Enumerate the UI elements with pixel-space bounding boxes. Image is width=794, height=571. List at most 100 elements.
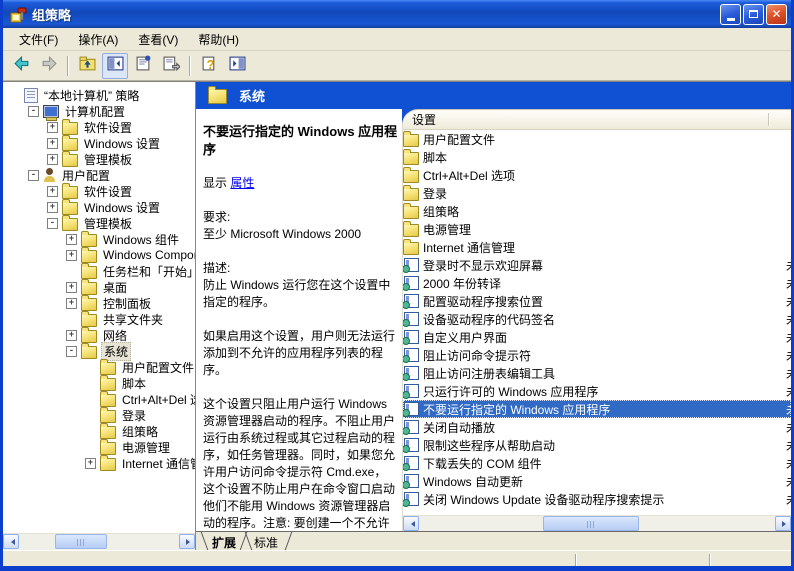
scroll-right-button[interactable]: [179, 534, 195, 549]
expander-icon[interactable]: +: [47, 185, 58, 197]
expander-icon[interactable]: +: [47, 201, 58, 213]
maximize-button[interactable]: [743, 3, 764, 25]
tree-item[interactable]: - 用户配置: [3, 167, 195, 183]
group-policy-window: 组策略 ✕ 文件(F) 操作(A) 查看(V) 帮助(H) ? “本地计算机” 策略 -…: [0, 0, 794, 571]
settings-list-item[interactable]: 设备驱动程序的代码签名 未配置: [403, 310, 791, 328]
settings-list-item[interactable]: 登录: [403, 184, 791, 202]
settings-column-header[interactable]: 设置: [403, 110, 791, 130]
folder-icon: [62, 134, 78, 151]
expander-icon[interactable]: -: [28, 169, 39, 181]
scroll-left-button[interactable]: [403, 516, 419, 531]
column-separator[interactable]: [768, 113, 770, 126]
scrollbar-thumb[interactable]: [55, 534, 107, 549]
tree-item[interactable]: 电源管理: [3, 438, 195, 455]
export-list-button[interactable]: [158, 53, 184, 79]
tab-extended[interactable]: 扩展: [212, 534, 236, 550]
folder-icon: [81, 230, 97, 247]
settings-list-item[interactable]: 配置驱动程序搜索位置 未配置: [403, 292, 791, 310]
settings-list-item[interactable]: 限制这些程序从帮助启动 未配置: [403, 436, 791, 454]
tree-item[interactable]: 登录: [3, 406, 195, 423]
up-button[interactable]: [74, 53, 100, 79]
tree-item-label: Windows 组件: [103, 232, 180, 247]
description-paragraph: 这个设置只阻止用户运行 Windows 资源管理器启动的程序。不阻止用户运行由系…: [203, 397, 396, 530]
expander-icon[interactable]: +: [85, 457, 96, 469]
settings-item-label: 2000 年份转译: [423, 276, 502, 291]
properties-button[interactable]: [130, 53, 156, 79]
expander-icon[interactable]: +: [47, 137, 58, 149]
scroll-right-button[interactable]: [775, 516, 791, 531]
expander-icon[interactable]: +: [47, 153, 58, 165]
expander-icon[interactable]: +: [66, 249, 77, 261]
tree-item[interactable]: + Internet 通信管: [3, 454, 195, 471]
scroll-left-button[interactable]: [3, 534, 19, 549]
folder-icon: [62, 150, 78, 167]
tree-horizontal-scrollbar[interactable]: [3, 533, 195, 550]
help-button[interactable]: ?: [196, 53, 222, 79]
settings-list-item[interactable]: 登录时不显示欢迎屏幕 未配置: [403, 256, 791, 274]
expander-icon[interactable]: -: [28, 105, 39, 117]
tree-item[interactable]: + 网络: [3, 326, 195, 343]
tree-item[interactable]: + 管理模板: [3, 150, 195, 167]
settings-list-item[interactable]: 组策略: [403, 202, 791, 220]
tree-item[interactable]: + 桌面: [3, 278, 195, 295]
expander-icon[interactable]: +: [66, 281, 77, 293]
expander-icon[interactable]: +: [66, 233, 77, 245]
tree-item[interactable]: + Windows 组件: [3, 230, 195, 247]
settings-list-item[interactable]: 自定义用户界面 未配置: [403, 328, 791, 346]
tree-item[interactable]: + 软件设置: [3, 182, 195, 199]
settings-list-item[interactable]: 不要运行指定的 Windows 应用程序 未配置: [403, 400, 791, 418]
settings-list-item[interactable]: 关闭 Windows Update 设备驱动程序搜索提示 未配置: [403, 490, 791, 508]
show-hide-console-tree-button[interactable]: [102, 52, 128, 79]
settings-list-item[interactable]: 用户配置文件: [403, 130, 791, 148]
settings-list-item[interactable]: 关闭自动播放 未配置: [403, 418, 791, 436]
list-horizontal-scrollbar[interactable]: [403, 515, 791, 532]
close-button[interactable]: ✕: [766, 3, 787, 25]
tree-item[interactable]: + Windows 设置: [3, 198, 195, 215]
menu-item-3[interactable]: 帮助(H): [188, 29, 249, 50]
expander-icon[interactable]: +: [47, 121, 58, 133]
forward-button[interactable]: [36, 53, 62, 79]
back-button[interactable]: [8, 53, 34, 79]
settings-list-item[interactable]: 脚本: [403, 148, 791, 166]
settings-list-item[interactable]: 阻止访问注册表编辑工具 未配置: [403, 364, 791, 382]
settings-list-item[interactable]: Windows 自动更新 未配置: [403, 472, 791, 490]
properties-link[interactable]: 属性: [230, 176, 254, 190]
settings-list-item[interactable]: 2000 年份转译 未配置: [403, 274, 791, 292]
expander-icon[interactable]: +: [66, 329, 77, 341]
tree-item[interactable]: 共享文件夹: [3, 310, 195, 327]
tree-item[interactable]: - 系统: [3, 341, 195, 361]
tree-item[interactable]: - 计算机配置: [3, 103, 195, 121]
settings-list-item[interactable]: Ctrl+Alt+Del 选项: [403, 166, 791, 184]
tree-item[interactable]: - 管理模板: [3, 214, 195, 231]
settings-list-item[interactable]: 只运行许可的 Windows 应用程序 未配置: [403, 382, 791, 400]
menu-item-0[interactable]: 文件(F): [9, 29, 68, 50]
tree-item-label: 用户配置: [62, 168, 111, 183]
tab-standard[interactable]: 标准: [254, 534, 278, 550]
expander-icon[interactable]: +: [66, 297, 77, 309]
expander-icon[interactable]: -: [66, 345, 77, 357]
tree-item[interactable]: 组策略: [3, 422, 195, 439]
menu-item-2[interactable]: 查看(V): [128, 29, 188, 50]
tree-item[interactable]: + Windows Components: [3, 246, 195, 263]
tree-item[interactable]: Ctrl+Alt+Del 选: [3, 390, 195, 407]
scrollbar-thumb[interactable]: [543, 516, 639, 531]
tree-item[interactable]: “本地计算机” 策略: [3, 87, 195, 103]
tree-item[interactable]: + 软件设置: [3, 118, 195, 135]
tree-item[interactable]: 脚本: [3, 374, 195, 391]
folder-icon: [403, 184, 419, 201]
tree-item[interactable]: 用户配置文件: [3, 358, 195, 375]
settings-list-item[interactable]: 阻止访问命令提示符 未配置: [403, 346, 791, 364]
minimize-button[interactable]: [720, 3, 741, 25]
menu-item-1[interactable]: 操作(A): [68, 29, 128, 50]
status-separator: [709, 554, 711, 566]
window-title: 组策略: [32, 7, 72, 23]
tree-item[interactable]: + Windows 设置: [3, 134, 195, 151]
show-hide-action-pane-button[interactable]: [224, 53, 250, 79]
settings-list-item[interactable]: 电源管理: [403, 220, 791, 238]
folder-icon: [100, 454, 116, 471]
settings-list-item[interactable]: 下载丢失的 COM 组件 未配置: [403, 454, 791, 472]
tree-item[interactable]: + 控制面板: [3, 294, 195, 311]
expander-icon[interactable]: -: [47, 217, 58, 229]
tree-item[interactable]: 任务栏和「开始」菜: [3, 262, 195, 279]
settings-list-item[interactable]: Internet 通信管理: [403, 238, 791, 256]
